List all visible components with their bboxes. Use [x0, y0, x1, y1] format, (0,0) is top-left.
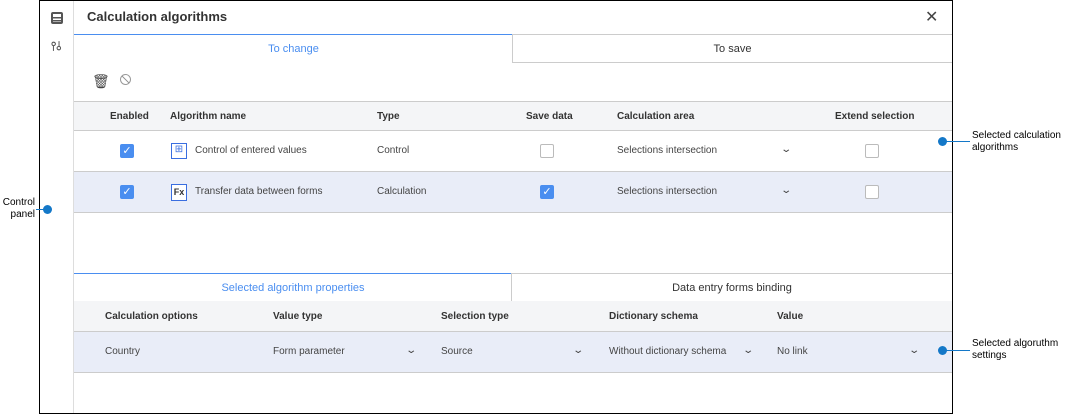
selection-type-select[interactable]: Source [441, 346, 473, 357]
callout-line [946, 350, 970, 351]
settings-sliders-icon[interactable]: ⫯⫰ [51, 39, 61, 54]
chevron-down-icon[interactable]: ⌄ [405, 345, 417, 356]
extend-selection-checkbox[interactable] [865, 185, 879, 199]
header-selection-type: Selection type [441, 311, 509, 322]
header-algorithm-name: Algorithm name [170, 111, 247, 122]
save-data-checkbox[interactable]: ✓ [540, 185, 554, 199]
header-value: Value [777, 311, 804, 322]
value-type-select[interactable]: Form parameter [273, 346, 345, 357]
header-save-data: Save data [526, 111, 573, 122]
header-enabled: Enabled [110, 111, 149, 122]
table-row[interactable]: ✓ Fx Transfer data between forms Calcula… [74, 172, 952, 213]
callout-dot [43, 205, 52, 214]
disable-icon[interactable] [120, 74, 131, 85]
dialog-title: Calculation algorithms [87, 9, 228, 24]
callout-control-panel: Control panel [2, 197, 35, 220]
chevron-down-icon[interactable]: ⌄ [572, 345, 584, 356]
callout-selected-settings: Selected algoruthm settings [972, 338, 1059, 361]
header-type: Type [377, 111, 400, 122]
table-row[interactable]: ✓ ⊞ Control of entered values Control Se… [74, 131, 952, 172]
algorithm-type: Calculation [377, 186, 427, 197]
tab-selected-algorithm-properties[interactable]: Selected algorithm properties [74, 273, 512, 301]
algorithm-name: Control of entered values [195, 145, 307, 156]
extend-selection-checkbox[interactable] [865, 144, 879, 158]
algorithm-type: Control [377, 145, 410, 156]
enabled-checkbox[interactable]: ✓ [120, 185, 134, 199]
chevron-down-icon[interactable]: ⌄ [908, 345, 920, 356]
header-dictionary-schema: Dictionary schema [609, 311, 698, 322]
calculation-area-select[interactable]: Selections intersection [617, 186, 717, 197]
calculation-area-select[interactable]: Selections intersection [617, 145, 717, 156]
properties-header: Calculation options Value type Selection… [74, 301, 952, 332]
dictionary-schema-select[interactable]: Without dictionary schema [609, 346, 726, 357]
fx-icon: Fx [171, 184, 187, 201]
callout-selected-algorithms: Selected calculation algorithms [972, 130, 1061, 153]
header-value-type: Value type [273, 311, 323, 322]
chevron-down-icon[interactable]: ⌄ [780, 185, 792, 196]
callout-line [946, 141, 970, 142]
value-select[interactable]: No link [777, 346, 808, 357]
algorithm-name: Transfer data between forms [195, 186, 323, 197]
delete-icon[interactable]: 🗑 [92, 73, 110, 90]
list-icon[interactable] [51, 12, 63, 24]
tab-to-save[interactable]: To save [512, 34, 952, 63]
tab-data-entry-forms-binding[interactable]: Data entry forms binding [511, 273, 952, 302]
calculation-algorithms-dialog: ⫯⫰ Calculation algorithms ✕ To change To… [39, 0, 953, 414]
properties-row[interactable]: Country Form parameter ⌄ Source ⌄ Withou… [74, 332, 952, 373]
chevron-down-icon[interactable]: ⌄ [742, 345, 754, 356]
save-data-checkbox[interactable] [540, 144, 554, 158]
grid-header: Enabled Algorithm name Type Save data Ca… [74, 101, 952, 131]
header-calculation-area: Calculation area [617, 111, 695, 122]
calculation-option: Country [105, 346, 141, 357]
tab-to-change[interactable]: To change [74, 34, 513, 62]
close-icon[interactable]: ✕ [925, 7, 938, 27]
chevron-down-icon[interactable]: ⌄ [780, 144, 792, 155]
header-calculation-options: Calculation options [105, 311, 198, 322]
grid-icon: ⊞ [171, 143, 187, 159]
enabled-checkbox[interactable]: ✓ [120, 144, 134, 158]
header-extend-selection: Extend selection [835, 111, 915, 122]
